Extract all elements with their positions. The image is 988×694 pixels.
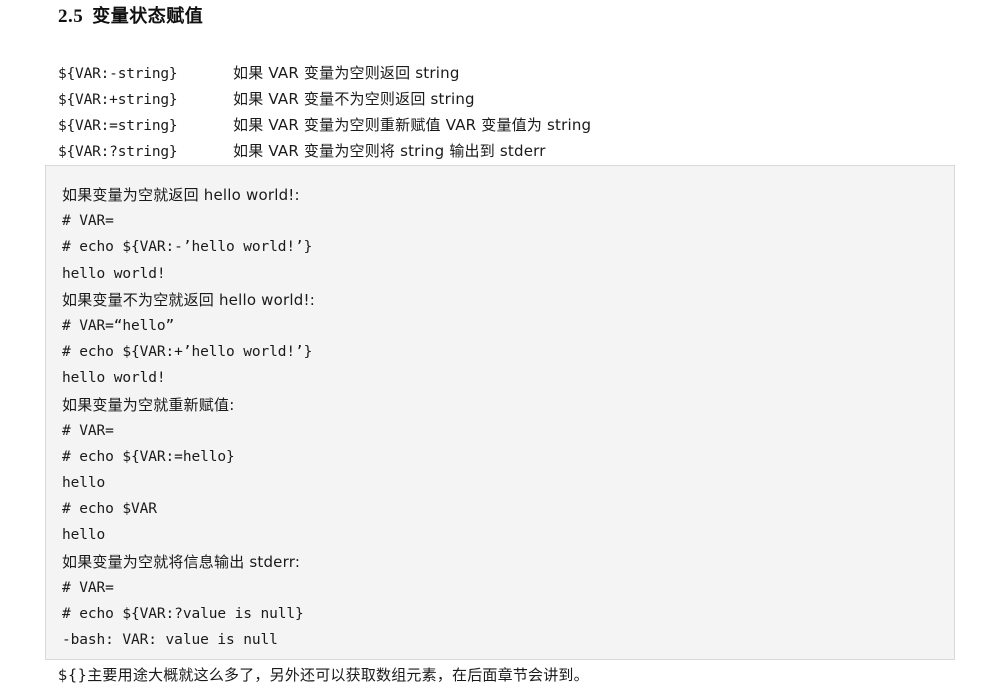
syntax-row: ${VAR:-string} 如果 VAR 变量为空则返回 string	[58, 62, 958, 88]
code-line: # VAR=	[62, 579, 114, 596]
code-line: 如果变量为空就将信息输出 stderr:	[62, 552, 301, 571]
syntax-row: ${VAR:=string} 如果 VAR 变量为空则重新赋值 VAR 变量值为 …	[58, 114, 958, 140]
code-line: hello world!	[62, 370, 166, 387]
code-line: 如果变量为空就返回 hello world!:	[62, 186, 300, 204]
code-line: # VAR=“hello”	[62, 317, 175, 334]
code-line: -bash: VAR: value is null	[62, 632, 278, 649]
section-heading: 2.5 变量状态赋值	[58, 2, 203, 28]
syntax-reference-list: ${VAR:-string} 如果 VAR 变量为空则返回 string ${VAR…	[58, 62, 958, 166]
section-number: 2.5	[58, 6, 84, 27]
code-line: # echo ${VAR:-’hello world!’}	[62, 239, 313, 256]
syntax-expression: ${VAR:=string}	[58, 118, 178, 134]
document-page: 2.5 变量状态赋值 ${VAR:-string} 如果 VAR 变量为空则返回 s…	[0, 0, 988, 694]
code-line: hello world!	[62, 265, 166, 282]
syntax-expression: ${VAR:+string}	[58, 92, 178, 108]
code-line: 如果变量为空就重新赋值:	[62, 395, 235, 414]
syntax-description: 如果 VAR 变量不为空则返回 string	[233, 90, 475, 108]
code-line: hello	[62, 527, 106, 544]
syntax-expression: ${VAR:-string}	[58, 66, 178, 82]
code-line: # VAR=	[62, 213, 114, 230]
syntax-expression: ${VAR:?string}	[58, 144, 178, 160]
code-block: 如果变量为空就返回 hello world!: # VAR= # echo ${VA…	[45, 165, 955, 660]
syntax-row: ${VAR:+string} 如果 VAR 变量不为空则返回 string	[58, 88, 958, 114]
code-line: # VAR=	[62, 422, 114, 439]
code-line: 如果变量不为空就返回 hello world!:	[62, 290, 315, 309]
code-line: # echo ${VAR:+’hello world!’}	[62, 344, 313, 361]
footer-note: ${}主要用途大概就这么多了，另外还可以获取数组元素，在后面章节会讲到。	[58, 666, 589, 684]
syntax-description: 如果 VAR 变量为空则返回 string	[233, 64, 460, 82]
code-line: # echo $VAR	[62, 501, 157, 518]
code-line: # echo ${VAR:=hello}	[62, 448, 235, 465]
syntax-row: ${VAR:?string} 如果 VAR 变量为空则将 string 输出到 s…	[58, 140, 958, 166]
section-title: 变量状态赋值	[92, 6, 204, 27]
code-line: # echo ${VAR:?value is null}	[62, 606, 304, 622]
syntax-description: 如果 VAR 变量为空则重新赋值 VAR 变量值为 string	[233, 116, 592, 134]
code-line: hello	[62, 475, 106, 492]
syntax-description: 如果 VAR 变量为空则将 string 输出到 stderr	[233, 142, 546, 160]
